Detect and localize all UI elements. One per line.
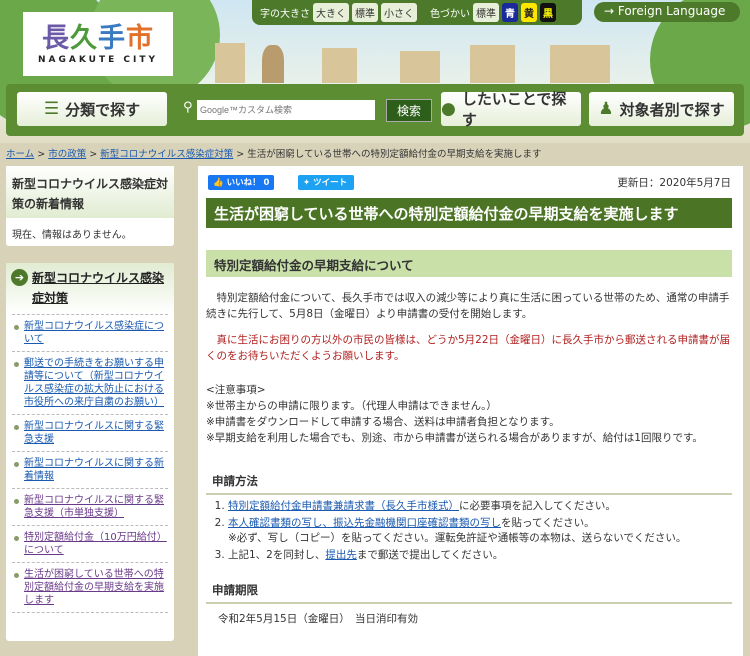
- main-content: 👍 いいね！ 0 ✦ ツイート 更新日：2020年5月7日 生活が困窮している世…: [198, 166, 743, 656]
- sidebar-link[interactable]: 新型コロナウイルスに関する緊急支援（市単独支援）: [24, 495, 164, 519]
- sidebar-menu: ➔ 新型コロナウイルス感染症対策 新型コロナウイルス感染症について 郵送での手続き…: [6, 263, 174, 641]
- method-heading: 申請方法: [206, 473, 732, 495]
- tweet-button[interactable]: ✦ ツイート: [298, 175, 354, 190]
- intro-paragraph: 特別定額給付金について、長久手市では収入の減少等により真に生活に困っている世帯の…: [206, 292, 730, 320]
- sidebar-link[interactable]: 生活が困窮している世帯への特別定額給付金の早期支給を実施します: [24, 569, 164, 606]
- method-step: 上記1、2を同封し、提出先まで郵送で提出してください。: [228, 548, 728, 563]
- color-black-button[interactable]: 黒: [540, 3, 556, 22]
- facebook-like-button[interactable]: 👍 いいね！ 0: [208, 175, 275, 190]
- font-size-label: 字の大きさ: [260, 9, 310, 20]
- breadcrumb-current: 生活が困窮している世帯への特別定額給付金の早期支給を実施します: [247, 149, 542, 160]
- breadcrumb-policy[interactable]: 市の政策: [48, 149, 86, 160]
- deadline-heading: 申請期限: [206, 582, 732, 604]
- house-decoration: [550, 45, 610, 83]
- method-step: 本人確認書類の写し、振込先金融機関口座確認書類の写しを貼ってください。 ※必ず、写…: [228, 516, 728, 546]
- breadcrumb: ホーム > 市の政策 > 新型コロナウイルス感染症対策 > 生活が困窮している世…: [6, 149, 542, 160]
- method-list: 特別定額給付金申請書兼請求書（長久手市様式）に必要事項を記入してください。 本人…: [228, 499, 728, 565]
- sidebar-link[interactable]: 郵送での手続きをお願いする申請等について（新型コロナウイルス感染症の拡大防止にお…: [24, 358, 164, 408]
- main-navigation: ☰ 分類で探す ⚲ 検索 ●したいことで探す ♟ 対象者別で探す: [6, 84, 744, 136]
- house-decoration: [322, 48, 357, 83]
- logo-english: NAGAKUTE CITY: [37, 55, 158, 65]
- sidebar-item: 郵送での手続きをお願いする申請等について（新型コロナウイルス感染症の拡大防止にお…: [12, 351, 168, 414]
- documents-link[interactable]: 本人確認書類の写し、振込先金融機関口座確認書類の写し: [228, 517, 501, 529]
- font-small-button[interactable]: 小さく: [381, 3, 417, 22]
- thumbs-up-icon: 👍: [213, 178, 224, 188]
- sidebar-link[interactable]: 新型コロナウイルスに関する新着情報: [24, 458, 164, 482]
- notes: <注意事項> ※世帯主からの申請に限ります。（代理人申請はできません。） ※申請…: [206, 382, 736, 446]
- site-header: 長久手市 NAGAKUTE CITY 字の大きさ 大きく 標準 小さく 色づかい…: [0, 0, 750, 143]
- step-text: 上記1、2を同封し、: [228, 549, 326, 561]
- section-heading: 特別定額給付金の早期支給について: [206, 250, 732, 277]
- house-decoration: [215, 43, 245, 83]
- foreign-language-button[interactable]: → Foreign Language: [594, 2, 740, 22]
- house-decoration: [400, 51, 440, 83]
- category-search-button[interactable]: ☰ 分類で探す: [17, 92, 167, 126]
- sidebar-link[interactable]: 新型コロナウイルスに関する緊急支援: [24, 421, 164, 445]
- sidebar-item: 新型コロナウイルスに関する緊急支援: [12, 414, 168, 451]
- sidebar-item: 生活が困窮している世帯への特別定額給付金の早期支給を実施します: [12, 562, 168, 613]
- want-search-button[interactable]: ● したいことで探す: [441, 90, 581, 129]
- notes-heading: <注意事項>: [206, 384, 266, 396]
- step-text: を貼ってください。: [501, 517, 595, 529]
- tweet-label: ツイート: [313, 178, 348, 188]
- menu-title-label: 新型コロナウイルス感染症対策: [32, 271, 165, 305]
- target-search-button[interactable]: ♟ 対象者別で探す: [589, 92, 734, 126]
- house-decoration: [470, 45, 515, 83]
- city-logo[interactable]: 長久手市 NAGAKUTE CITY: [23, 12, 173, 76]
- breadcrumb-covid[interactable]: 新型コロナウイルス感染症対策: [100, 149, 233, 160]
- list-icon: ☰: [43, 99, 60, 119]
- sidebar-item: 新型コロナウイルス感染症について: [12, 314, 168, 351]
- step-note: ※必ず、写し（コピー）を貼ってください。運転免許証や通帳等の本物は、送らないでく…: [228, 532, 687, 544]
- notice-paragraph: 真に生活にお困りの方以外の市民の皆様は、どうか5月22日（金曜日）に長久手市から…: [206, 334, 731, 362]
- like-label: いいね！ 0: [226, 178, 270, 188]
- color-yellow-button[interactable]: 黄: [521, 3, 537, 22]
- updated-date: 更新日：2020年5月7日: [617, 177, 731, 189]
- search-icon: ⚲: [183, 100, 193, 115]
- person-icon: ♟: [598, 99, 614, 119]
- color-normal-button[interactable]: 標準: [473, 3, 499, 22]
- sidebar-item: 特別定額給付金（10万円給付）について: [12, 525, 168, 562]
- method-step: 特別定額給付金申請書兼請求書（長久手市様式）に必要事項を記入してください。: [228, 499, 728, 514]
- step-text: まで郵送で提出してください。: [356, 549, 504, 561]
- arrow-right-icon: ➔: [11, 269, 28, 286]
- news-empty: 現在、情報はありません。: [12, 230, 132, 241]
- news-title: 新型コロナウイルス感染症対策の新着情報: [6, 166, 174, 218]
- want-search-label: したいことで探す: [461, 90, 567, 129]
- accessibility-toolbar: 字の大きさ 大きく 標準 小さく 色づかい 標準 青 黄 黒: [252, 0, 582, 25]
- sidebar-link[interactable]: 新型コロナウイルス感染症について: [24, 321, 164, 345]
- menu-title[interactable]: ➔ 新型コロナウイルス感染症対策: [6, 263, 174, 314]
- lightbulb-icon: ●: [441, 99, 456, 119]
- sidebar-item: 新型コロナウイルスに関する新着情報: [12, 451, 168, 488]
- bear-mascot: [262, 45, 284, 83]
- breadcrumb-home[interactable]: ホーム: [6, 149, 34, 160]
- sidebar-item: 新型コロナウイルスに関する緊急支援（市単独支援）: [12, 488, 168, 525]
- application-form-link[interactable]: 特別定額給付金申請書兼請求書（長久手市様式）: [228, 500, 459, 512]
- font-normal-button[interactable]: 標準: [352, 3, 378, 22]
- font-large-button[interactable]: 大きく: [313, 3, 349, 22]
- search-button[interactable]: 検索: [386, 99, 432, 122]
- color-blue-button[interactable]: 青: [502, 3, 518, 22]
- search-input[interactable]: [197, 100, 375, 120]
- note-item: ※世帯主からの申請に限ります。（代理人申請はできません。）: [206, 400, 497, 412]
- deadline-text: 令和2年5月15日（金曜日） 当日消印有効: [218, 613, 418, 625]
- category-search-label: 分類で探す: [65, 100, 141, 119]
- step-text: に必要事項を記入してください。: [459, 500, 616, 512]
- note-item: ※申請書をダウンロードして申請する場合、送料は申請者負担となります。: [206, 416, 560, 428]
- note-item: ※早期支給を利用した場合でも、別途、市から申請書が送られる場合がありますが、給付…: [206, 432, 703, 444]
- twitter-bird-icon: ✦: [303, 178, 311, 188]
- sidebar-link[interactable]: 特別定額給付金（10万円給付）について: [24, 532, 167, 556]
- color-label: 色づかい: [430, 9, 470, 20]
- target-search-label: 対象者別で探す: [619, 100, 725, 119]
- submission-link[interactable]: 提出先: [325, 549, 357, 561]
- news-panel: 新型コロナウイルス感染症対策の新着情報 現在、情報はありません。: [6, 166, 174, 246]
- page-title: 生活が困窮している世帯への特別定額給付金の早期支給を実施します: [206, 198, 732, 228]
